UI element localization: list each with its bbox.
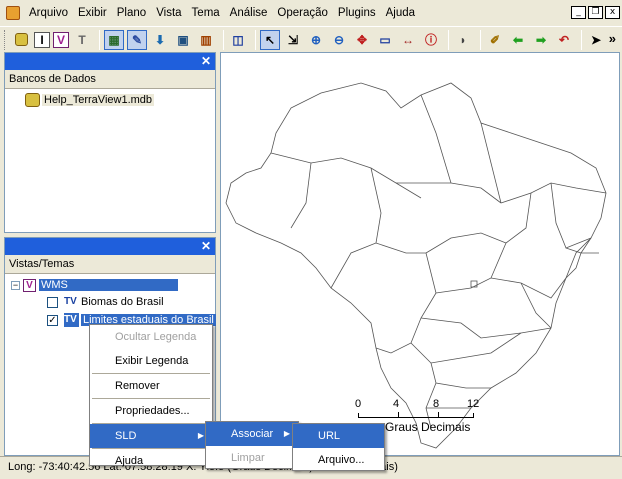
menu-exibir[interactable]: Exibir: [73, 0, 112, 26]
measure-icon[interactable]: ↔: [398, 30, 418, 50]
zoom-out-icon[interactable]: ⊖: [329, 30, 349, 50]
app-icon[interactable]: [6, 6, 20, 20]
view-item-label: WMS: [39, 279, 178, 291]
brazil-map: [225, 82, 607, 449]
database-column-label: Bancos de Dados: [9, 73, 96, 85]
scale-tick-label: 4: [393, 398, 400, 410]
views-column-label: Vistas/Temas: [9, 258, 75, 270]
toolbar-overflow-icon[interactable]: »: [609, 31, 616, 46]
toolbar-separator: [223, 29, 224, 50]
pen-icon[interactable]: ✐: [485, 30, 505, 50]
display-icon[interactable]: ▣: [173, 30, 193, 50]
menu-item-associate[interactable]: Associar ▶: [206, 422, 298, 446]
menu-item-url[interactable]: URL: [293, 424, 384, 448]
toolbar-separator: [255, 29, 256, 50]
theme-item[interactable]: TV Biomas do Brasil: [47, 294, 164, 310]
shape-icon[interactable]: ◗: [453, 30, 473, 50]
database-panel: ✕ Bancos de Dados Help_TerraView1.mdb: [4, 52, 216, 233]
associate-submenu: URL Arquivo...: [292, 423, 385, 471]
menu-item-sld-label: SLD: [115, 430, 137, 442]
zoom-area-icon[interactable]: ⇲: [283, 30, 303, 50]
scale-line: [438, 412, 439, 418]
layers-icon[interactable]: ▦: [104, 29, 124, 50]
theme-checkbox[interactable]: [47, 296, 58, 308]
edit-icon[interactable]: ✎: [127, 29, 147, 50]
close-button[interactable]: x: [605, 6, 620, 19]
menu-analise[interactable]: Análise: [225, 0, 273, 26]
database-column-header[interactable]: Bancos de Dados: [5, 70, 215, 89]
scale-tick-label: 12: [467, 398, 480, 410]
theme-icon: TV: [64, 313, 79, 327]
table-icon[interactable]: ▥: [196, 30, 216, 50]
collapse-icon[interactable]: −: [11, 280, 20, 290]
toolbar-separator: [99, 29, 100, 50]
submenu-arrow-icon: ▶: [283, 429, 290, 438]
view-item[interactable]: − V WMS: [11, 277, 209, 293]
zoom-in-icon[interactable]: ⊕: [306, 30, 326, 50]
database-icon: [25, 93, 40, 107]
restore-button[interactable]: ❐: [588, 6, 603, 19]
menu-item-hide-legend[interactable]: Ocultar Legenda: [90, 325, 212, 349]
scale-line: [358, 413, 474, 418]
theme-icon: TV: [64, 296, 77, 307]
pointer-icon[interactable]: ↖: [260, 29, 280, 50]
database-item[interactable]: Help_TerraView1.mdb: [25, 92, 155, 108]
menu-item-remove[interactable]: Remover: [90, 374, 212, 398]
view-icon: V: [23, 278, 36, 292]
grid-icon[interactable]: ◫: [228, 30, 248, 50]
sld-submenu: Associar ▶ Limpar: [205, 421, 299, 469]
close-icon[interactable]: ✕: [201, 53, 211, 70]
database-icon[interactable]: [11, 30, 31, 50]
menu-plano[interactable]: Plano: [112, 0, 151, 26]
menu-item-show-legend[interactable]: Exibir Legenda: [90, 349, 212, 373]
toolbar: I V T ▦ ✎ ⬇ ▣ ▥ ◫ ↖ ⇲ ⊕ ⊖ ✥ ▭ ↔ ⓘ ◗ ✐ ⬅ …: [0, 26, 622, 52]
menu-vista[interactable]: Vista: [151, 0, 186, 26]
theme-icon[interactable]: T: [72, 30, 92, 50]
menu-item-help[interactable]: Ajuda: [90, 449, 212, 473]
theme-context-menu: Ocultar Legenda Exibir Legenda Remover P…: [89, 324, 213, 467]
menu-operacao[interactable]: Operação: [272, 0, 333, 26]
map-canvas[interactable]: 0 4 8 12 Graus Decimais: [220, 52, 620, 456]
minimize-button[interactable]: _: [571, 6, 586, 19]
arrow-left-icon[interactable]: ⬅: [508, 30, 528, 50]
view-icon[interactable]: V: [53, 31, 69, 48]
info-icon[interactable]: ⓘ: [421, 30, 441, 50]
toolbar-separator: [581, 29, 582, 50]
close-icon[interactable]: ✕: [201, 238, 211, 255]
arrow-right-icon[interactable]: ➡: [531, 30, 551, 50]
theme-checkbox[interactable]: ✓: [47, 314, 58, 326]
menu-item-clear[interactable]: Limpar: [206, 446, 298, 470]
menu-item-associate-label: Associar: [231, 428, 274, 440]
scale-tick-label: 8: [433, 398, 440, 410]
window-controls: _ ❐ x: [571, 6, 620, 19]
scale-line: [398, 412, 399, 418]
menu-tema[interactable]: Tema: [187, 0, 225, 26]
submenu-arrow-icon: ▶: [197, 431, 204, 440]
toolbar-separator: [448, 29, 449, 50]
menu-ajuda[interactable]: Ajuda: [381, 0, 420, 26]
menu-item-file[interactable]: Arquivo...: [293, 448, 384, 472]
views-panel-header: ✕: [5, 238, 215, 255]
database-item-label: Help_TerraView1.mdb: [42, 94, 155, 106]
toolbar-grip[interactable]: [4, 29, 7, 50]
menu-item-properties[interactable]: Propriedades...: [90, 399, 212, 423]
theme-item-label: Biomas do Brasil: [81, 296, 164, 308]
scale-units: Graus Decimais: [385, 420, 471, 434]
rectangle-icon[interactable]: ▭: [375, 30, 395, 50]
undo-icon[interactable]: ↶: [554, 30, 574, 50]
cursor-icon[interactable]: ➤: [586, 30, 606, 50]
import-icon[interactable]: I: [34, 31, 50, 48]
scale-tick-label: 0: [355, 398, 362, 410]
pan-icon[interactable]: ✥: [352, 30, 372, 50]
menu-plugins[interactable]: Plugins: [333, 0, 381, 26]
menu-arquivo[interactable]: Arquivo: [24, 0, 73, 26]
views-column-header[interactable]: Vistas/Temas: [5, 255, 215, 274]
menu-bar: Arquivo Exibir Plano Vista Tema Análise …: [0, 0, 622, 26]
tag-icon[interactable]: ⬇: [150, 30, 170, 50]
database-panel-header: ✕: [5, 53, 215, 70]
toolbar-separator: [480, 29, 481, 50]
menu-item-sld[interactable]: SLD ▶: [90, 424, 212, 448]
